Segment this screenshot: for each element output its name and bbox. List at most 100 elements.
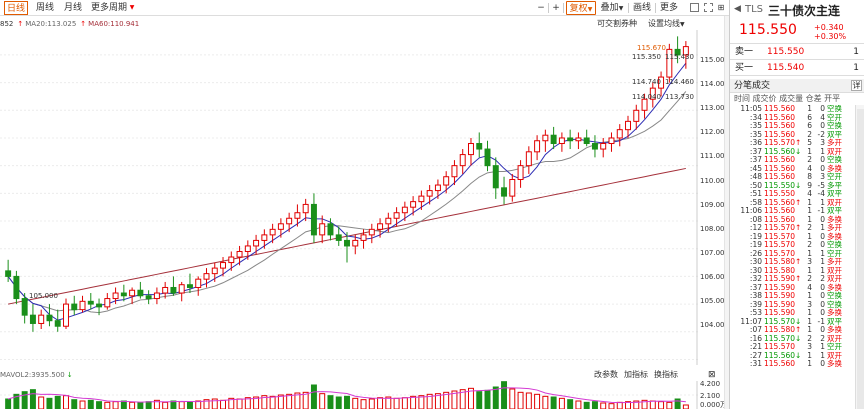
overlay-button[interactable]: 叠加▼: [598, 1, 626, 15]
candle-down: [120, 292, 127, 297]
candle-up: [410, 201, 417, 208]
layout-icon[interactable]: [704, 3, 713, 12]
volume-bar: [476, 391, 483, 409]
price-change: +0.340: [814, 23, 844, 32]
bid-volume: 1: [853, 63, 859, 73]
candle-up: [244, 245, 251, 252]
change-params-button[interactable]: 改参数: [594, 369, 618, 381]
volume-bar: [608, 403, 615, 409]
volume-bar: [542, 395, 549, 409]
add-indicator-button[interactable]: 加指标: [624, 369, 648, 381]
instrument-code: TLS: [745, 4, 764, 15]
ask-volume: 1: [853, 47, 859, 57]
volume-bar: [666, 401, 673, 409]
chevron-down-icon: ▼: [680, 21, 685, 28]
tick-volume: 1: [807, 359, 812, 368]
candle-up: [112, 292, 119, 300]
volume-bar: [335, 396, 342, 409]
volume-bar: [377, 397, 384, 409]
candle-up: [426, 190, 433, 197]
mavol-value: MAVOL2:3935.500: [0, 371, 65, 379]
zoom-out-button[interactable]: −: [536, 1, 546, 15]
volume-bar: [492, 386, 499, 409]
tab-weekly[interactable]: 周线: [34, 1, 56, 15]
candle-down: [550, 134, 557, 145]
price-label: 114.040: [632, 93, 661, 101]
candle-up: [385, 217, 392, 225]
switch-indicator-button[interactable]: 换指标: [654, 369, 678, 381]
candle-down: [46, 314, 53, 322]
tab-more-periods[interactable]: 更多周期: [90, 1, 128, 15]
tick-time: :31: [749, 359, 762, 368]
volume-bar: [360, 399, 367, 409]
volume-bar: [517, 391, 524, 409]
volume-bar: [87, 399, 94, 409]
volume-bar: [410, 395, 417, 409]
more-button[interactable]: 更多: [658, 1, 680, 15]
volume-bar: [344, 395, 350, 409]
volume-bar: [525, 392, 532, 409]
volume-bar: [286, 393, 293, 409]
tab-monthly[interactable]: 月线: [62, 1, 84, 15]
candle-up: [517, 165, 524, 181]
price-label: 115.350: [632, 53, 661, 61]
kline-chart[interactable]: [0, 30, 698, 365]
candle-up: [377, 223, 384, 230]
window-icon[interactable]: [690, 3, 699, 12]
candle-down: [186, 284, 193, 288]
ma-legend-tail: 852: [0, 20, 14, 28]
detail-button[interactable]: 详: [851, 80, 862, 91]
draw-line-button[interactable]: 画线: [631, 1, 653, 15]
volume-bar: [418, 395, 425, 409]
volume-bar: [29, 389, 36, 409]
collapse-icon[interactable]: ⊞: [716, 1, 726, 15]
candle-up: [236, 250, 243, 258]
tick-list[interactable]: 11:05 115.560 1 0 空换:34 115.560 6 4 空开:35 115.560…: [730, 105, 855, 409]
candle-up: [542, 134, 549, 142]
bid-row: 买一 115.540 1: [730, 61, 864, 76]
volume-bar: [5, 398, 12, 409]
candle-up: [302, 203, 309, 214]
set-ma-button[interactable]: 设置均线▼: [648, 18, 685, 30]
candle-up: [401, 206, 408, 214]
volume-bar: [277, 394, 284, 409]
candle-up: [286, 217, 293, 225]
volume-axis-tick: 0.000万: [700, 401, 727, 409]
ma10-line: [7, 91, 687, 314]
candle-up: [294, 212, 301, 219]
candle-up: [616, 129, 623, 139]
fuquan-button[interactable]: 复权▼: [566, 1, 596, 15]
candle-up: [352, 239, 359, 247]
volume-bar: [38, 396, 45, 409]
candle-up: [368, 228, 375, 236]
fuquan-label: 复权: [569, 4, 588, 14]
more-periods-marker: ▼: [129, 4, 135, 11]
convert-arb-link[interactable]: 可交割券种: [597, 18, 637, 30]
ma60-value: MA60:110.941: [88, 20, 140, 28]
overlay-label: 叠加: [600, 3, 619, 13]
dropdown-icon: ▼: [587, 6, 593, 13]
volume-bar: [137, 402, 144, 409]
candle-up: [319, 223, 326, 236]
candle-up: [558, 137, 565, 145]
tick-list-scrollbar[interactable]: [855, 105, 864, 409]
candle-down: [476, 143, 483, 150]
volume-bar: [63, 395, 69, 409]
candle-up: [79, 300, 86, 311]
price-change-pct: +0.30%: [814, 32, 847, 41]
ask-row: 卖一 115.550 1: [730, 45, 864, 60]
candle-up: [277, 223, 284, 230]
volume-bar: [583, 401, 590, 409]
back-arrow-icon[interactable]: ◀: [734, 4, 741, 14]
zoom-in-button[interactable]: +: [551, 1, 561, 15]
divider: [548, 3, 549, 13]
tab-daily[interactable]: 日线: [4, 1, 28, 15]
volume-chart[interactable]: [0, 381, 698, 409]
scrollbar-thumb[interactable]: [857, 109, 864, 409]
volume-bar: [195, 400, 202, 409]
volume-bar: [162, 401, 169, 409]
set-ma-label: 设置均线: [648, 19, 680, 28]
mavol-arrow: ↓: [66, 371, 73, 379]
chart-area: 日线 周线 月线 更多周期 ▼ − + 复权▼ 叠加▼ 画线 更多 ⊞ 852 ↑…: [0, 0, 729, 409]
ma-arrow: ↑: [17, 20, 24, 28]
